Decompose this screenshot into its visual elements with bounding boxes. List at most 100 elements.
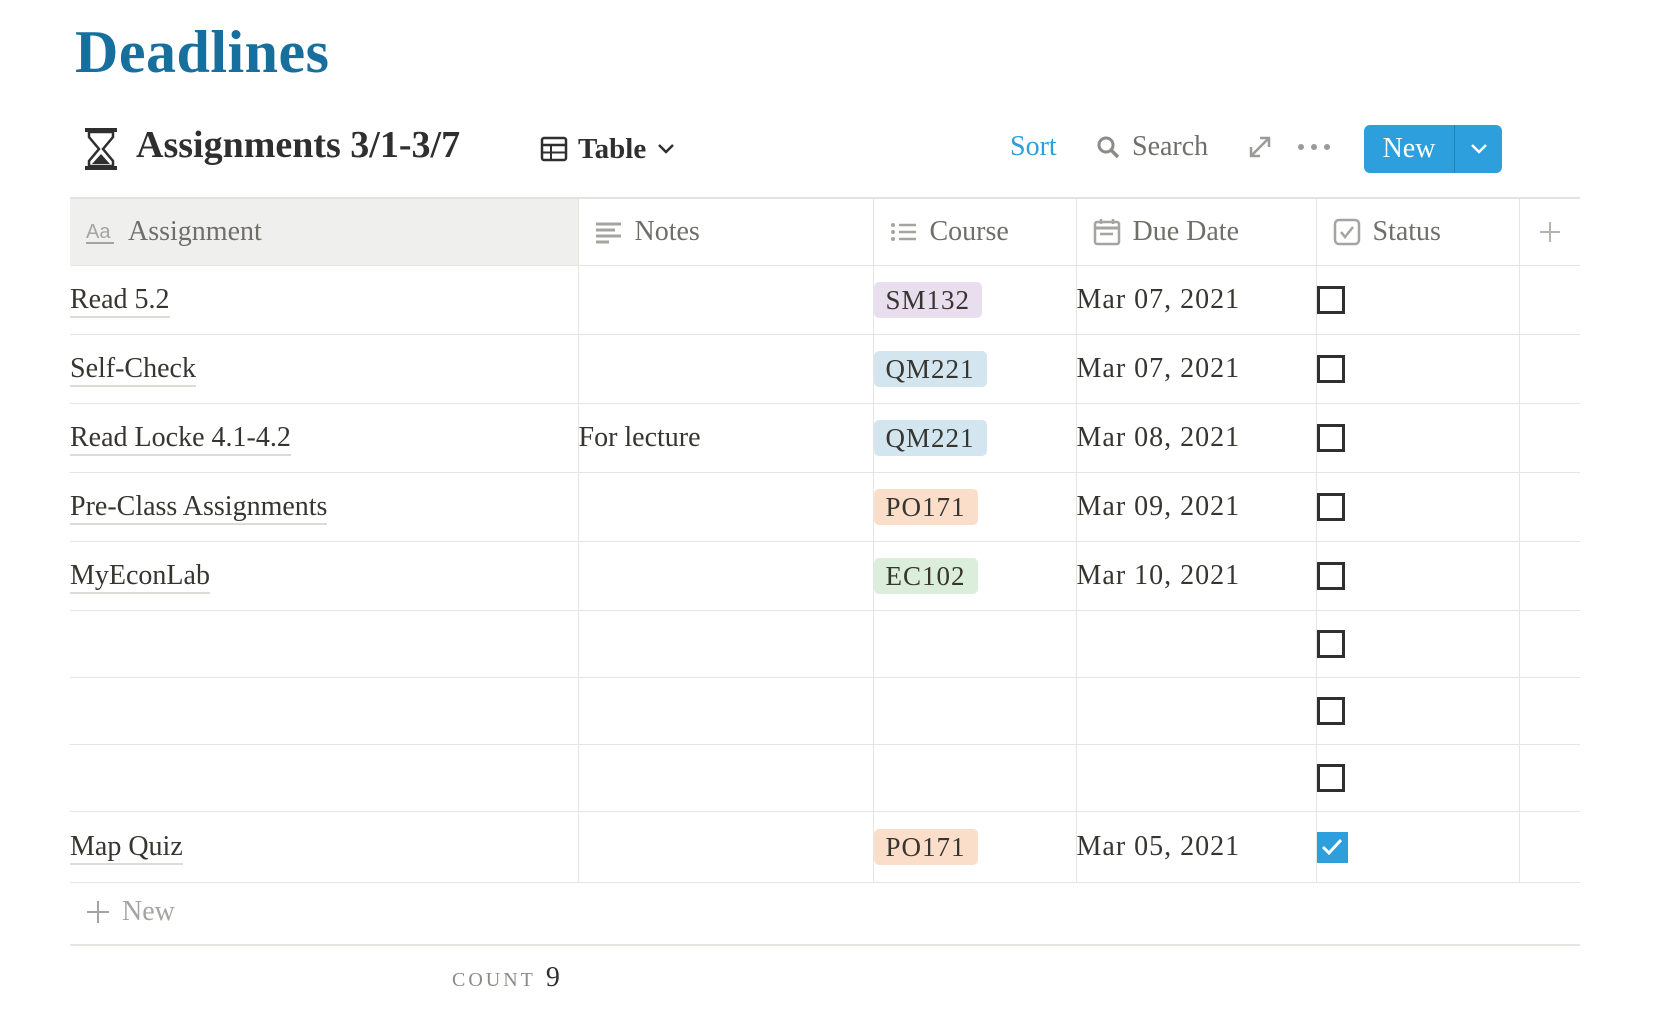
cell-notes[interactable] xyxy=(578,334,874,404)
course-tag: SM132 xyxy=(873,282,983,318)
cell-assignment[interactable] xyxy=(70,610,579,678)
cell-status xyxy=(1316,811,1520,883)
cell-assignment[interactable]: Read Locke 4.1-4.2 xyxy=(70,403,579,473)
cell-notes[interactable] xyxy=(578,265,874,335)
new-options-button[interactable] xyxy=(1455,125,1502,173)
assignment-title[interactable]: Read Locke 4.1-4.2 xyxy=(70,422,291,456)
cell-course[interactable]: EC102 xyxy=(873,541,1077,611)
status-checkbox-checked[interactable] xyxy=(1316,831,1348,863)
cell-notes[interactable] xyxy=(578,744,874,812)
table-icon xyxy=(540,136,568,162)
cell-empty xyxy=(1519,677,1580,745)
cell-course[interactable]: QM221 xyxy=(873,403,1077,473)
sort-button[interactable]: Sort xyxy=(1010,131,1057,163)
assignment-title[interactable]: Map Quiz xyxy=(70,831,183,865)
column-header-assignment[interactable]: Aa Assignment xyxy=(70,198,579,266)
add-row-label: New xyxy=(122,896,175,927)
cell-notes[interactable] xyxy=(578,677,874,745)
cell-empty xyxy=(1519,472,1580,542)
status-checkbox[interactable] xyxy=(1316,630,1345,658)
cell-due-date[interactable]: Mar 07, 2021 xyxy=(1076,265,1317,335)
cell-course[interactable]: PO171 xyxy=(873,811,1077,883)
cell-due-date[interactable]: Mar 08, 2021 xyxy=(1076,403,1317,473)
column-header-status[interactable]: Status xyxy=(1316,198,1520,266)
course-tag: QM221 xyxy=(873,420,987,456)
search-button[interactable]: Search xyxy=(1096,131,1208,163)
column-label: Status xyxy=(1372,216,1441,247)
cell-course[interactable]: QM221 xyxy=(873,334,1077,404)
checkbox-icon xyxy=(1333,218,1360,246)
new-button[interactable]: New xyxy=(1364,125,1454,173)
cell-course[interactable] xyxy=(873,677,1077,745)
column-label: Notes xyxy=(634,216,700,247)
assignment-title[interactable]: Self-Check xyxy=(70,353,196,387)
course-tag: EC102 xyxy=(873,558,978,594)
cell-assignment[interactable]: Pre-Class Assignments xyxy=(70,472,579,542)
status-checkbox[interactable] xyxy=(1316,424,1345,452)
view-switcher[interactable]: Table xyxy=(540,129,676,169)
cell-course[interactable]: PO171 xyxy=(873,472,1077,542)
cell-due-date[interactable]: Mar 07, 2021 xyxy=(1076,334,1317,404)
cell-notes[interactable] xyxy=(578,541,874,611)
cell-notes[interactable]: For lecture xyxy=(578,403,874,473)
count-value: 9 xyxy=(545,962,560,993)
cell-due-date[interactable]: Mar 09, 2021 xyxy=(1076,472,1317,542)
assignment-title[interactable]: MyEconLab xyxy=(70,560,210,594)
table-row[interactable]: Self-Check QM221 Mar 07, 2021 xyxy=(70,334,1580,404)
cell-assignment[interactable] xyxy=(70,677,579,745)
table-row[interactable]: Read 5.2 SM132 Mar 07, 2021 xyxy=(70,265,1580,335)
cell-notes[interactable] xyxy=(578,472,874,542)
cell-course[interactable]: SM132 xyxy=(873,265,1077,335)
table-row[interactable] xyxy=(70,677,1580,745)
cell-notes[interactable] xyxy=(578,610,874,678)
status-checkbox[interactable] xyxy=(1316,286,1345,314)
cell-assignment[interactable]: Read 5.2 xyxy=(70,265,579,335)
database-title[interactable]: Assignments 3/1-3/7 xyxy=(136,123,460,167)
cell-due-date[interactable] xyxy=(1076,610,1317,678)
cell-notes[interactable] xyxy=(578,811,874,883)
cell-due-date[interactable] xyxy=(1076,677,1317,745)
add-row-button[interactable]: New xyxy=(70,880,1580,946)
add-property-button[interactable] xyxy=(1519,198,1580,266)
cell-empty xyxy=(1519,744,1580,812)
status-checkbox[interactable] xyxy=(1316,697,1345,725)
assignment-title[interactable]: Pre-Class Assignments xyxy=(70,491,328,525)
column-header-due-date[interactable]: Due Date xyxy=(1076,198,1317,266)
due-date-text: Mar 07, 2021 xyxy=(1076,353,1241,384)
table-body: Read 5.2 SM132 Mar 07, 2021 Self-Check QM221… xyxy=(70,265,1580,883)
status-checkbox[interactable] xyxy=(1316,355,1345,383)
cell-status xyxy=(1316,265,1520,335)
cell-assignment[interactable] xyxy=(70,744,579,812)
table-row[interactable] xyxy=(70,610,1580,678)
table-row[interactable]: Read Locke 4.1-4.2 For lecture QM221 Mar 08… xyxy=(70,403,1580,473)
cell-status xyxy=(1316,334,1520,404)
column-label: Course xyxy=(929,216,1009,247)
cell-course[interactable] xyxy=(873,744,1077,812)
search-label: Search xyxy=(1132,131,1209,162)
assignment-title[interactable]: Read 5.2 xyxy=(70,284,170,318)
more-options-icon[interactable] xyxy=(1296,137,1332,157)
table-row[interactable]: Pre-Class Assignments PO171 Mar 09, 2021 xyxy=(70,472,1580,542)
cell-due-date[interactable]: Mar 10, 2021 xyxy=(1076,541,1317,611)
cell-course[interactable] xyxy=(873,610,1077,678)
cell-assignment[interactable]: Self-Check xyxy=(70,334,579,404)
list-icon xyxy=(890,223,916,241)
table-row[interactable] xyxy=(70,744,1580,812)
cell-due-date[interactable]: Mar 05, 2021 xyxy=(1076,811,1317,883)
open-full-page-icon[interactable] xyxy=(1246,133,1274,161)
cell-assignment[interactable]: Map Quiz xyxy=(70,811,579,883)
column-header-notes[interactable]: Notes xyxy=(578,198,874,266)
due-date-text: Mar 10, 2021 xyxy=(1076,560,1241,591)
status-checkbox[interactable] xyxy=(1316,562,1345,590)
plus-icon xyxy=(87,901,109,923)
row-count[interactable]: COUNT 9 xyxy=(452,962,560,994)
cell-due-date[interactable] xyxy=(1076,744,1317,812)
count-label: COUNT xyxy=(452,969,536,991)
table-row[interactable]: MyEconLab EC102 Mar 10, 2021 xyxy=(70,541,1580,611)
table-row[interactable]: Map Quiz PO171 Mar 05, 2021 xyxy=(70,811,1580,883)
column-header-course[interactable]: Course xyxy=(873,198,1077,266)
status-checkbox[interactable] xyxy=(1316,493,1345,521)
cell-assignment[interactable]: MyEconLab xyxy=(70,541,579,611)
status-checkbox[interactable] xyxy=(1316,764,1345,792)
text-lines-icon xyxy=(595,222,621,244)
